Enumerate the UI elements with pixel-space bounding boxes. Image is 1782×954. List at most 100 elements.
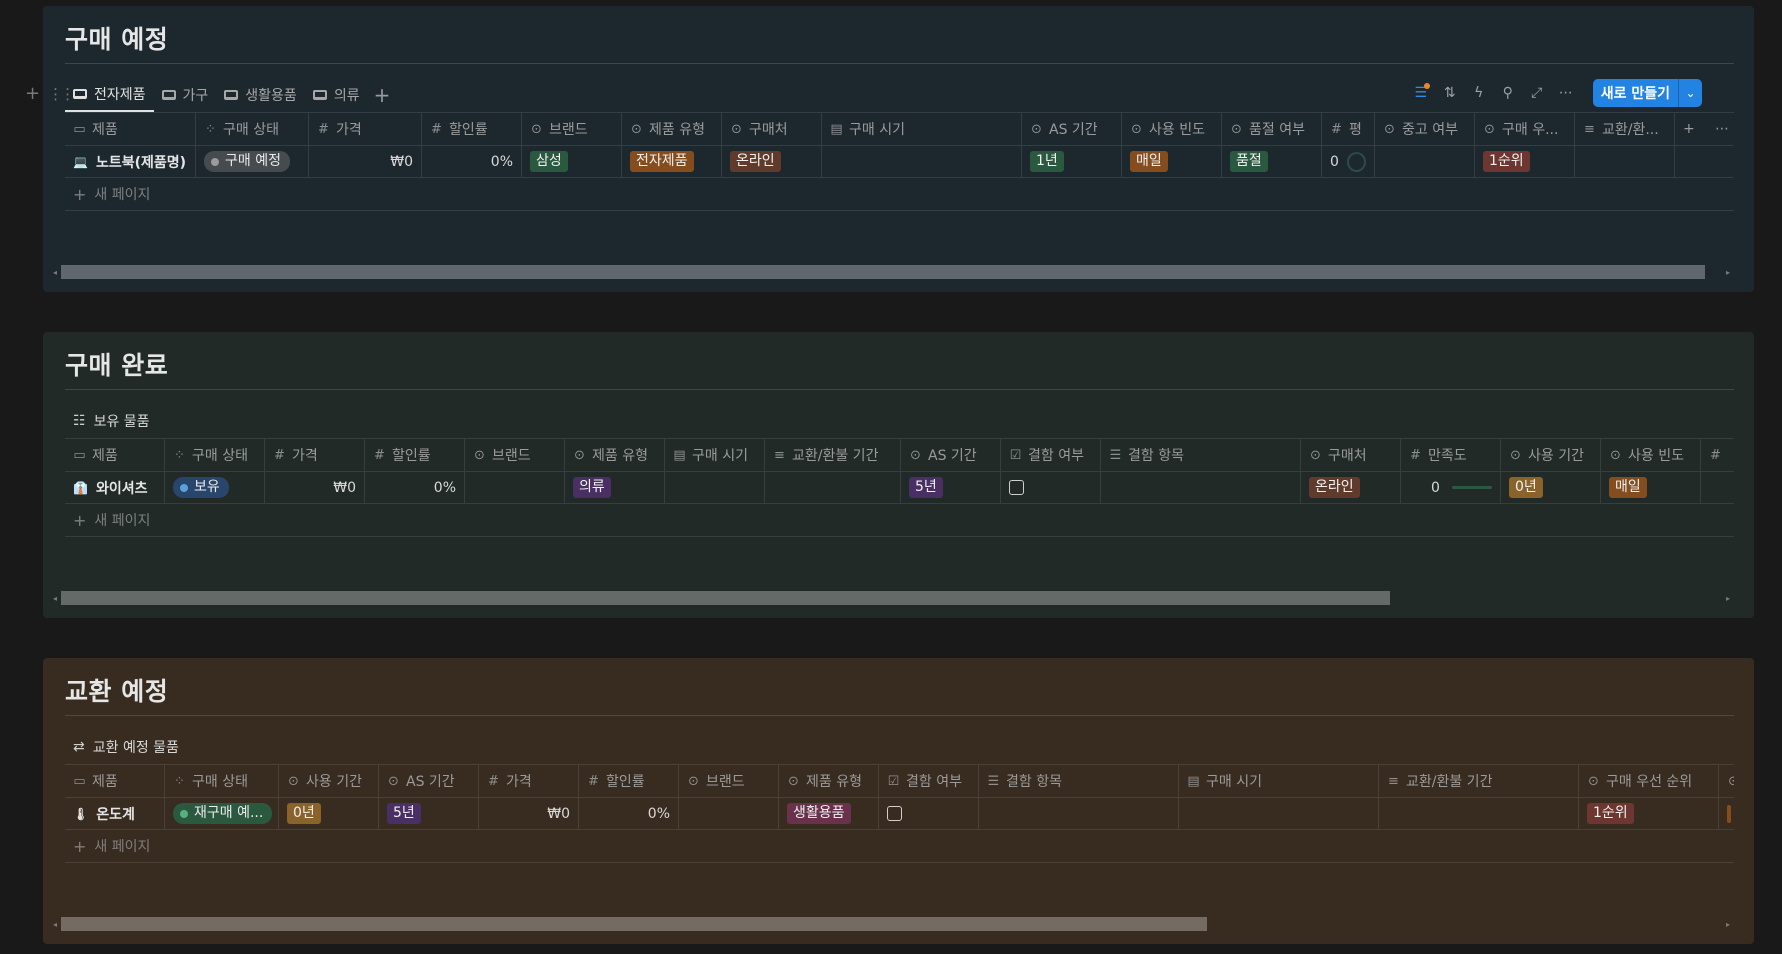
sort-icon[interactable]: ⇅ bbox=[1442, 85, 1458, 101]
scroll-left-icon[interactable]: ◂ bbox=[49, 594, 61, 603]
scroll-track[interactable] bbox=[61, 265, 1722, 279]
column-header[interactable]: ⊙ 브랜드 bbox=[522, 113, 622, 145]
column-header[interactable]: ⊙ 제품 유형 bbox=[565, 439, 665, 471]
column-header[interactable]: ▤ 구매 시기 bbox=[665, 439, 765, 471]
as-period-cell[interactable]: 5년 bbox=[379, 798, 479, 829]
rating-cell[interactable]: 0 bbox=[1322, 146, 1375, 177]
column-header[interactable]: # 가격 bbox=[309, 113, 422, 145]
exchange-period-cell[interactable] bbox=[1379, 798, 1579, 829]
as-period-cell[interactable]: 1년 bbox=[1022, 146, 1122, 177]
type-cell[interactable]: 전자제품 bbox=[622, 146, 722, 177]
tab-household[interactable]: 생활용품 bbox=[216, 78, 305, 112]
column-header[interactable]: # 만족도 bbox=[1401, 439, 1501, 471]
defect-cell[interactable] bbox=[1001, 472, 1101, 503]
purchase-date-cell[interactable] bbox=[665, 472, 765, 503]
add-block-icon[interactable]: + bbox=[25, 83, 40, 104]
more-icon[interactable]: ⋯ bbox=[1707, 113, 1734, 145]
column-header[interactable]: ⊙ bbox=[1719, 765, 1734, 797]
new-button[interactable]: 새로 만들기 ⌄ bbox=[1592, 79, 1702, 107]
column-header[interactable]: # 가격 bbox=[479, 765, 579, 797]
add-view-icon[interactable]: + bbox=[374, 83, 391, 107]
use-period-cell[interactable]: 0년 bbox=[1501, 472, 1601, 503]
column-header[interactable]: ☰ 결함 항목 bbox=[1101, 439, 1301, 471]
price-cell[interactable]: ₩0 bbox=[265, 472, 365, 503]
row-title-cell[interactable]: 👔 와이셔츠 bbox=[65, 472, 165, 503]
brand-cell[interactable] bbox=[679, 798, 779, 829]
status-cell[interactable]: 보유 bbox=[165, 472, 265, 503]
column-header[interactable]: ⊙ 브랜드 bbox=[465, 439, 565, 471]
table-row[interactable]: 👔 와이셔츠 보유 ₩0 0% 의류 5년 온라인 0 0년 매일 bbox=[65, 471, 1734, 504]
chevron-down-icon[interactable]: ⌄ bbox=[1678, 79, 1702, 107]
scroll-right-icon[interactable]: ▸ bbox=[1722, 268, 1734, 277]
discount-cell[interactable]: 0% bbox=[579, 798, 679, 829]
exchange-period-cell[interactable] bbox=[765, 472, 901, 503]
scroll-left-icon[interactable]: ◂ bbox=[49, 268, 61, 277]
new-page-button[interactable]: + 새 페이지 bbox=[65, 830, 1734, 863]
row-title-cell[interactable]: 🌡 온도계 bbox=[65, 798, 165, 829]
purchase-date-cell[interactable] bbox=[1179, 798, 1379, 829]
horizontal-scrollbar[interactable]: ◂ ▸ bbox=[49, 264, 1734, 280]
block-handle[interactable]: + ⋮⋮ bbox=[25, 83, 75, 104]
scroll-thumb[interactable] bbox=[61, 591, 1390, 605]
column-header[interactable]: ⁘ 구매 상태 bbox=[165, 765, 279, 797]
tab-clothing[interactable]: 의류 bbox=[305, 78, 368, 112]
column-header[interactable]: ⊙ 사용 기간 bbox=[1501, 439, 1601, 471]
column-header[interactable]: ▤ 구매 시기 bbox=[822, 113, 1022, 145]
column-header[interactable]: ▤ 구매 시기 bbox=[1179, 765, 1379, 797]
satisfaction-cell[interactable]: 0 bbox=[1401, 472, 1501, 503]
use-period-cell[interactable]: 0년 bbox=[279, 798, 379, 829]
column-header[interactable]: ⊙ 구매처 bbox=[1301, 439, 1401, 471]
drag-handle-icon[interactable]: ⋮⋮ bbox=[48, 85, 75, 103]
column-header[interactable]: ⊙ 사용 빈도 bbox=[1601, 439, 1701, 471]
exchange-cell[interactable] bbox=[1575, 146, 1675, 177]
column-header[interactable]: ⊙ 사용 빈도 bbox=[1122, 113, 1222, 145]
column-header[interactable]: ⊙ AS 기간 bbox=[1022, 113, 1122, 145]
scroll-left-icon[interactable]: ◂ bbox=[49, 920, 61, 929]
column-header[interactable]: ⊙ 브랜드 bbox=[679, 765, 779, 797]
price-cell[interactable]: ₩0 bbox=[479, 798, 579, 829]
column-header[interactable]: ☑ 결함 여부 bbox=[879, 765, 979, 797]
scroll-track[interactable] bbox=[61, 591, 1722, 605]
new-page-button[interactable]: + 새 페이지 bbox=[65, 178, 1734, 211]
status-cell[interactable]: 구매 예정 bbox=[196, 146, 309, 177]
column-header[interactable]: ≡ 교환/환... bbox=[1575, 113, 1675, 145]
column-header[interactable]: ⊙ 중고 여부 bbox=[1375, 113, 1475, 145]
new-page-button[interactable]: + 새 페이지 bbox=[65, 504, 1734, 537]
tab-electronics[interactable]: 전자제품 bbox=[65, 78, 154, 112]
search-icon[interactable]: ⚲ bbox=[1500, 85, 1516, 101]
row-title-cell[interactable]: 💻 노트북(제품명) bbox=[65, 146, 196, 177]
empty-cell[interactable] bbox=[1701, 472, 1734, 503]
column-header[interactable]: # 할인률 bbox=[579, 765, 679, 797]
defect-items-cell[interactable] bbox=[979, 798, 1179, 829]
scroll-right-icon[interactable]: ▸ bbox=[1722, 920, 1734, 929]
automation-icon[interactable]: ϟ bbox=[1471, 85, 1487, 101]
scroll-thumb[interactable] bbox=[61, 265, 1706, 279]
horizontal-scrollbar[interactable]: ◂ ▸ bbox=[49, 916, 1734, 932]
more-icon[interactable]: ⋯ bbox=[1558, 85, 1574, 101]
discount-cell[interactable]: 0% bbox=[422, 146, 522, 177]
scroll-right-icon[interactable]: ▸ bbox=[1722, 594, 1734, 603]
column-header[interactable]: ⊙ 제품 유형 bbox=[779, 765, 879, 797]
type-cell[interactable]: 생활용품 bbox=[779, 798, 879, 829]
column-header[interactable]: ⊙ 사용 기간 bbox=[279, 765, 379, 797]
defect-checkbox[interactable] bbox=[887, 806, 902, 821]
defect-cell[interactable] bbox=[879, 798, 979, 829]
type-cell[interactable]: 의류 bbox=[565, 472, 665, 503]
column-header[interactable]: ⊙ 구매 우선 순위 bbox=[1579, 765, 1719, 797]
column-header[interactable]: ▭ 제품 bbox=[65, 439, 165, 471]
expand-icon[interactable]: ⤢ bbox=[1529, 85, 1545, 101]
column-header[interactable]: ≡ 교환/환불 기간 bbox=[1379, 765, 1579, 797]
new-button-label[interactable]: 새로 만들기 bbox=[1593, 79, 1678, 107]
priority-cell[interactable]: 1순위 bbox=[1579, 798, 1719, 829]
view-title[interactable]: ⇄ 교환 예정 물품 bbox=[65, 730, 187, 764]
brand-cell[interactable] bbox=[465, 472, 565, 503]
store-cell[interactable]: 온라인 bbox=[722, 146, 822, 177]
column-header[interactable]: ⊙ 품절 여부 bbox=[1222, 113, 1322, 145]
column-header[interactable]: ⊙ AS 기간 bbox=[901, 439, 1001, 471]
price-cell[interactable]: ₩0 bbox=[309, 146, 422, 177]
column-header[interactable]: # 할인률 bbox=[422, 113, 522, 145]
column-header[interactable]: # 가격 bbox=[265, 439, 365, 471]
column-header[interactable]: ≡ 교환/환불 기간 bbox=[765, 439, 901, 471]
brand-cell[interactable]: 삼성 bbox=[522, 146, 622, 177]
column-header[interactable]: ☰ 결함 항목 bbox=[979, 765, 1179, 797]
